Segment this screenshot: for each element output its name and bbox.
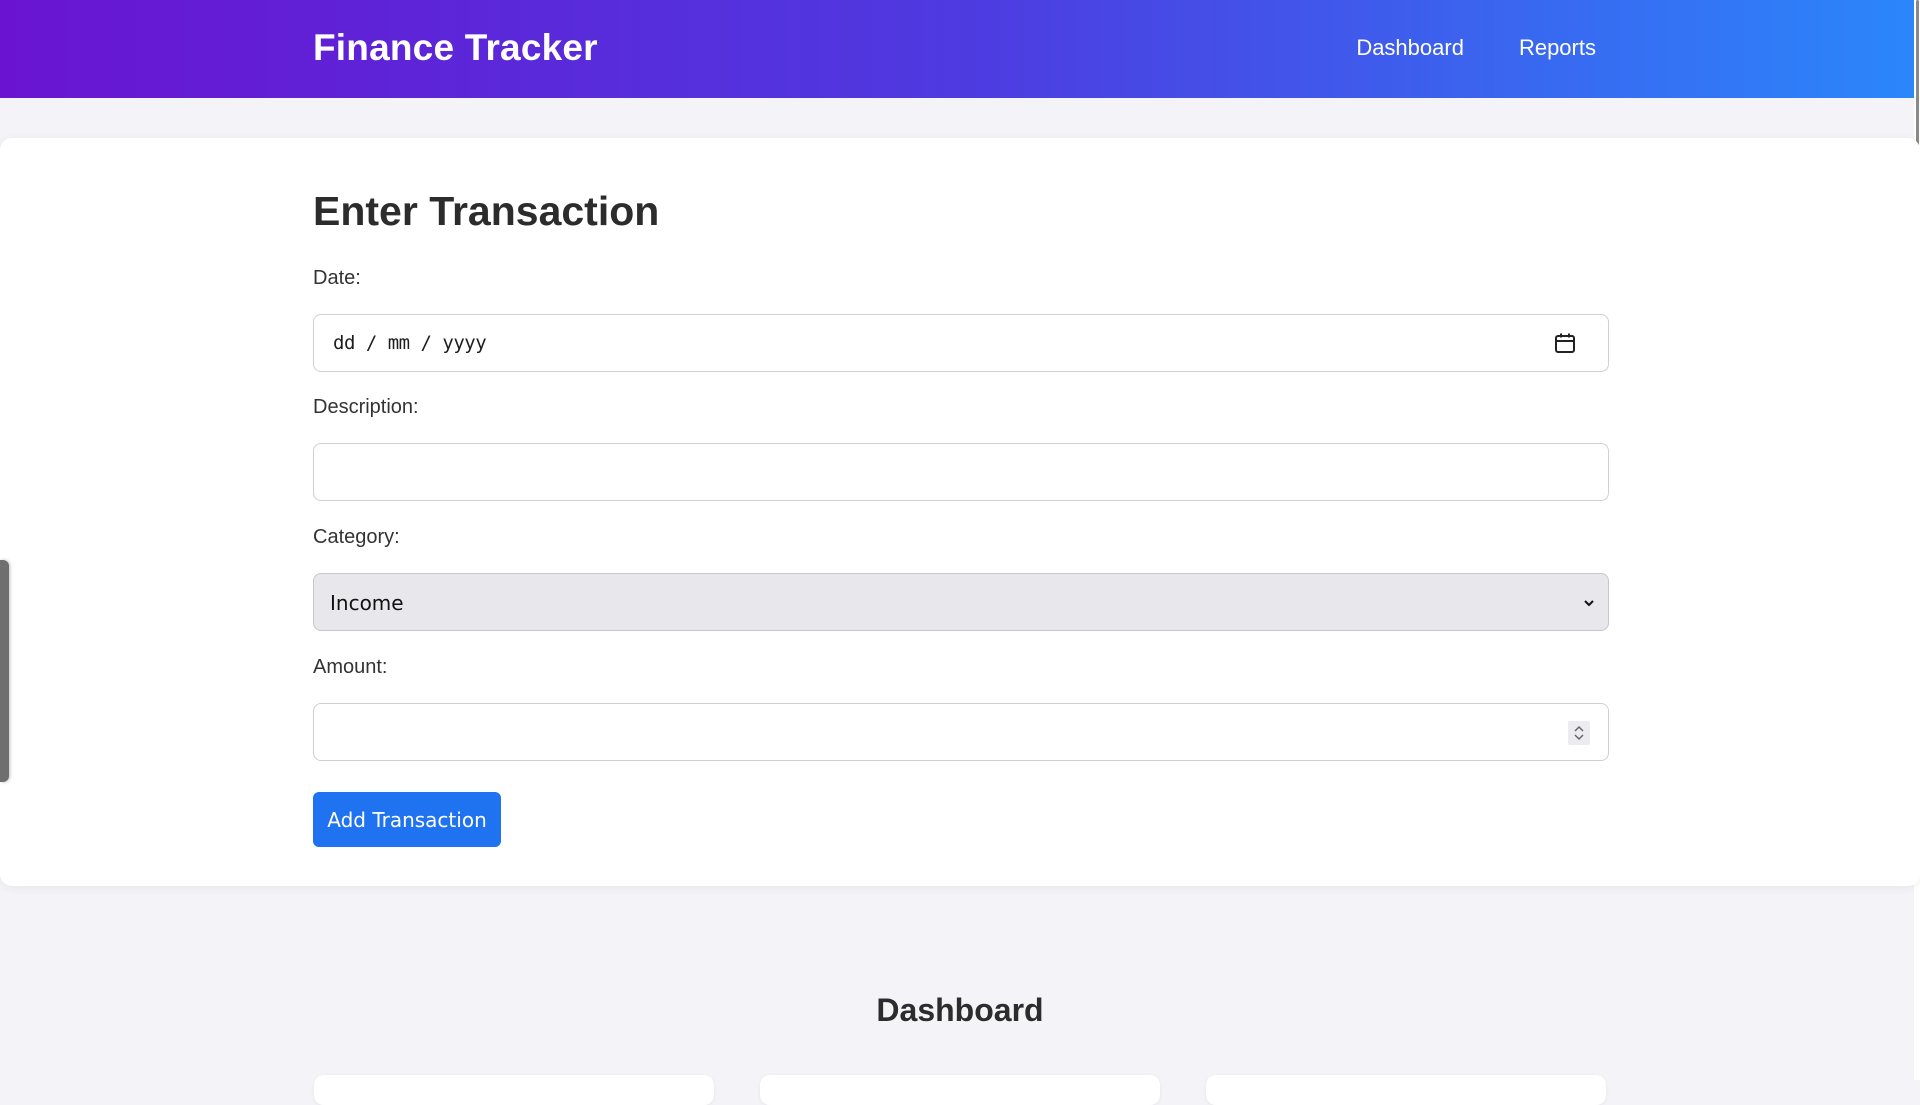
date-input[interactable]: dd / mm / yyyy (313, 314, 1609, 372)
chevron-down-icon (1584, 600, 1594, 607)
add-transaction-button[interactable]: Add Transaction (313, 792, 501, 847)
transaction-form-card (0, 138, 1920, 886)
nav-link-dashboard[interactable]: Dashboard (1356, 34, 1464, 62)
dashboard-heading: Dashboard (876, 992, 1044, 1028)
nav-links: Dashboard Reports (1356, 34, 1596, 62)
description-input[interactable] (313, 443, 1609, 501)
side-panel-handle[interactable] (0, 560, 9, 782)
nav-link-reports[interactable]: Reports (1519, 34, 1596, 62)
spinner-icon[interactable] (1568, 721, 1590, 745)
description-label: Description: (313, 396, 419, 418)
category-select[interactable]: Income (313, 573, 1609, 631)
date-label: Date: (313, 267, 361, 289)
calendar-icon[interactable] (1554, 332, 1576, 354)
app-brand[interactable]: Finance Tracker (313, 26, 598, 70)
top-navbar: Finance Tracker Dashboard Reports (0, 0, 1914, 98)
amount-label: Amount: (313, 656, 388, 678)
amount-input[interactable] (313, 703, 1609, 761)
category-selected-value: Income (330, 591, 404, 615)
form-title: Enter Transaction (313, 188, 660, 234)
date-placeholder: dd / mm / yyyy (333, 332, 487, 354)
category-label: Category: (313, 526, 400, 548)
